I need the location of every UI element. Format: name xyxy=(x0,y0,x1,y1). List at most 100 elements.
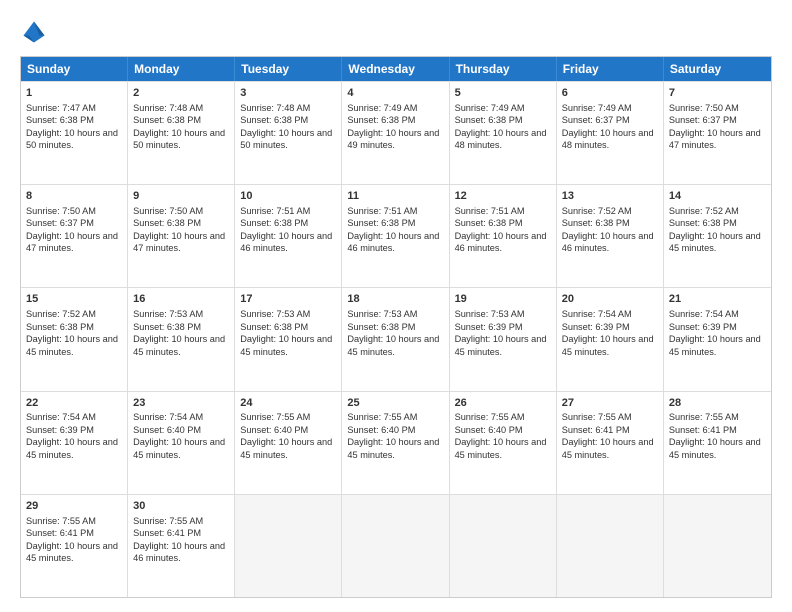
daylight-text: Daylight: 10 hours and 47 minutes. xyxy=(133,231,225,253)
sunrise-text: Sunrise: 7:54 AM xyxy=(133,412,203,422)
sunset-text: Sunset: 6:38 PM xyxy=(455,218,523,228)
daylight-text: Daylight: 10 hours and 45 minutes. xyxy=(347,334,439,356)
daylight-text: Daylight: 10 hours and 47 minutes. xyxy=(26,231,118,253)
day-number: 12 xyxy=(455,189,551,204)
day-number: 11 xyxy=(347,189,443,204)
cal-cell xyxy=(664,495,771,597)
sunrise-text: Sunrise: 7:53 AM xyxy=(240,309,310,319)
sunset-text: Sunset: 6:40 PM xyxy=(133,425,201,435)
cal-cell: 2Sunrise: 7:48 AMSunset: 6:38 PMDaylight… xyxy=(128,82,235,184)
daylight-text: Daylight: 10 hours and 45 minutes. xyxy=(669,437,761,459)
sunrise-text: Sunrise: 7:53 AM xyxy=(455,309,525,319)
cal-header-thursday: Thursday xyxy=(450,57,557,81)
cal-cell: 4Sunrise: 7:49 AMSunset: 6:38 PMDaylight… xyxy=(342,82,449,184)
sunrise-text: Sunrise: 7:52 AM xyxy=(562,206,632,216)
cal-cell xyxy=(557,495,664,597)
logo xyxy=(20,18,54,46)
sunrise-text: Sunrise: 7:55 AM xyxy=(133,516,203,526)
sunset-text: Sunset: 6:38 PM xyxy=(240,322,308,332)
cal-cell: 14Sunrise: 7:52 AMSunset: 6:38 PMDayligh… xyxy=(664,185,771,287)
day-number: 4 xyxy=(347,86,443,101)
cal-cell: 20Sunrise: 7:54 AMSunset: 6:39 PMDayligh… xyxy=(557,288,664,390)
sunset-text: Sunset: 6:38 PM xyxy=(347,115,415,125)
daylight-text: Daylight: 10 hours and 49 minutes. xyxy=(347,128,439,150)
daylight-text: Daylight: 10 hours and 46 minutes. xyxy=(562,231,654,253)
daylight-text: Daylight: 10 hours and 45 minutes. xyxy=(133,334,225,356)
cal-header-tuesday: Tuesday xyxy=(235,57,342,81)
day-number: 30 xyxy=(133,499,229,514)
sunset-text: Sunset: 6:38 PM xyxy=(455,115,523,125)
daylight-text: Daylight: 10 hours and 46 minutes. xyxy=(133,541,225,563)
sunset-text: Sunset: 6:38 PM xyxy=(240,115,308,125)
cal-cell: 22Sunrise: 7:54 AMSunset: 6:39 PMDayligh… xyxy=(21,392,128,494)
sunset-text: Sunset: 6:38 PM xyxy=(26,115,94,125)
calendar: SundayMondayTuesdayWednesdayThursdayFrid… xyxy=(20,56,772,598)
daylight-text: Daylight: 10 hours and 47 minutes. xyxy=(669,128,761,150)
daylight-text: Daylight: 10 hours and 45 minutes. xyxy=(133,437,225,459)
sunset-text: Sunset: 6:41 PM xyxy=(669,425,737,435)
daylight-text: Daylight: 10 hours and 46 minutes. xyxy=(347,231,439,253)
daylight-text: Daylight: 10 hours and 45 minutes. xyxy=(669,334,761,356)
daylight-text: Daylight: 10 hours and 48 minutes. xyxy=(562,128,654,150)
daylight-text: Daylight: 10 hours and 45 minutes. xyxy=(240,334,332,356)
sunrise-text: Sunrise: 7:53 AM xyxy=(347,309,417,319)
cal-cell: 9Sunrise: 7:50 AMSunset: 6:38 PMDaylight… xyxy=(128,185,235,287)
sunrise-text: Sunrise: 7:55 AM xyxy=(240,412,310,422)
daylight-text: Daylight: 10 hours and 50 minutes. xyxy=(133,128,225,150)
sunset-text: Sunset: 6:37 PM xyxy=(669,115,737,125)
day-number: 29 xyxy=(26,499,122,514)
sunrise-text: Sunrise: 7:49 AM xyxy=(455,103,525,113)
cal-header-wednesday: Wednesday xyxy=(342,57,449,81)
sunrise-text: Sunrise: 7:51 AM xyxy=(240,206,310,216)
day-number: 26 xyxy=(455,396,551,411)
sunset-text: Sunset: 6:41 PM xyxy=(26,528,94,538)
day-number: 8 xyxy=(26,189,122,204)
cal-cell: 12 Sunrise: 7:51 AM Sunset: 6:38 PM Dayligh… xyxy=(450,185,557,287)
cal-cell: 3Sunrise: 7:48 AMSunset: 6:38 PMDaylight… xyxy=(235,82,342,184)
cal-cell: 19Sunrise: 7:53 AMSunset: 6:39 PMDayligh… xyxy=(450,288,557,390)
daylight-text: Daylight: 10 hours and 45 minutes. xyxy=(347,437,439,459)
daylight-text: Daylight: 10 hours and 45 minutes. xyxy=(562,437,654,459)
day-number: 25 xyxy=(347,396,443,411)
cal-week-5: 29 Sunrise: 7:55 AM Sunset: 6:41 PM Dayligh… xyxy=(21,494,771,597)
daylight-text: Daylight: 10 hours and 50 minutes. xyxy=(26,128,118,150)
sunrise-text: Sunrise: 7:51 AM xyxy=(455,206,525,216)
sunrise-text: Sunrise: 7:55 AM xyxy=(26,516,96,526)
cal-cell: 27Sunrise: 7:55 AMSunset: 6:41 PMDayligh… xyxy=(557,392,664,494)
sunset-text: Sunset: 6:38 PM xyxy=(133,322,201,332)
sunrise-text: Sunrise: 7:55 AM xyxy=(347,412,417,422)
cal-header-saturday: Saturday xyxy=(664,57,771,81)
sunrise-text: Sunrise: 7:54 AM xyxy=(669,309,739,319)
page: SundayMondayTuesdayWednesdayThursdayFrid… xyxy=(0,0,792,612)
day-number: 15 xyxy=(26,292,122,307)
day-number: 13 xyxy=(562,189,658,204)
cal-cell: 11Sunrise: 7:51 AMSunset: 6:38 PMDayligh… xyxy=(342,185,449,287)
cal-header-sunday: Sunday xyxy=(21,57,128,81)
day-number: 17 xyxy=(240,292,336,307)
cal-cell: 23Sunrise: 7:54 AMSunset: 6:40 PMDayligh… xyxy=(128,392,235,494)
cal-cell: 26Sunrise: 7:55 AMSunset: 6:40 PMDayligh… xyxy=(450,392,557,494)
day-number: 16 xyxy=(133,292,229,307)
sunset-text: Sunset: 6:39 PM xyxy=(26,425,94,435)
daylight-text: Daylight: 10 hours and 50 minutes. xyxy=(240,128,332,150)
sunset-text: Sunset: 6:39 PM xyxy=(562,322,630,332)
cal-cell: 7Sunrise: 7:50 AMSunset: 6:37 PMDaylight… xyxy=(664,82,771,184)
sunset-text: Sunset: 6:40 PM xyxy=(240,425,308,435)
daylight-text: Daylight: 10 hours and 46 minutes. xyxy=(455,231,547,253)
daylight-text: Daylight: 10 hours and 46 minutes. xyxy=(240,231,332,253)
cal-cell: 30Sunrise: 7:55 AMSunset: 6:41 PMDayligh… xyxy=(128,495,235,597)
cal-cell xyxy=(235,495,342,597)
sunrise-text: Sunrise: 7:53 AM xyxy=(133,309,203,319)
day-number: 28 xyxy=(669,396,766,411)
sunrise-text: Sunrise: 7:52 AM xyxy=(669,206,739,216)
daylight-text: Daylight: 10 hours and 45 minutes. xyxy=(26,437,118,459)
sunset-text: Sunset: 6:41 PM xyxy=(562,425,630,435)
sunrise-text: Sunrise: 7:50 AM xyxy=(669,103,739,113)
cal-cell: 17 Sunrise: 7:53 AM Sunset: 6:38 PM Dayligh… xyxy=(235,288,342,390)
sunrise-text: Sunrise: 7:50 AM xyxy=(133,206,203,216)
cal-week-2: 8Sunrise: 7:50 AMSunset: 6:37 PMDaylight… xyxy=(21,184,771,287)
cal-cell: 18Sunrise: 7:53 AMSunset: 6:38 PMDayligh… xyxy=(342,288,449,390)
cal-header-monday: Monday xyxy=(128,57,235,81)
sunrise-text: Sunrise: 7:49 AM xyxy=(562,103,632,113)
cal-cell: 6Sunrise: 7:49 AMSunset: 6:37 PMDaylight… xyxy=(557,82,664,184)
